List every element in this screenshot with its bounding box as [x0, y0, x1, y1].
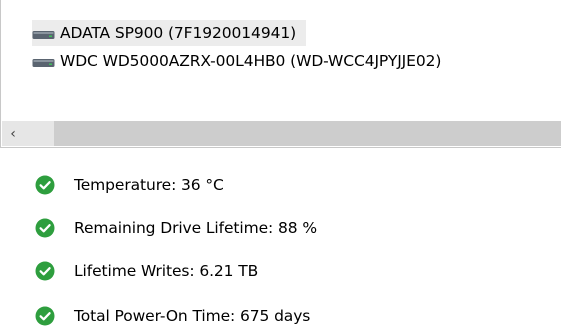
status-remaining-lifetime: Remaining Drive Lifetime: 88 %: [35, 215, 317, 241]
scrollbar-thumb[interactable]: [54, 121, 561, 146]
drive-item-label: ADATA SP900 (7F1920014941): [60, 24, 297, 42]
status-text: Remaining Drive Lifetime: 88 %: [74, 219, 317, 237]
drive-item-adata[interactable]: ADATA SP900 (7F1920014941): [32, 20, 307, 46]
check-circle-icon: [35, 175, 55, 195]
status-text: Lifetime Writes: 6.21 TB: [74, 262, 259, 280]
check-circle-icon: [35, 261, 55, 281]
drive-list-pane: ADATA SP900 (7F1920014941) WDC WD5000AZR…: [0, 0, 561, 148]
drive-item-label: WDC WD5000AZRX-00L4HB0 (WD-WCC4JPYJJE02): [60, 52, 442, 70]
status-power-on-time: Total Power-On Time: 675 days: [35, 303, 310, 329]
status-temperature: Temperature: 36 °C: [35, 172, 224, 198]
drive-icon: [32, 58, 55, 68]
status-text: Temperature: 36 °C: [74, 176, 224, 194]
scroll-left-arrow-icon[interactable]: ‹: [2, 121, 24, 146]
check-circle-icon: [35, 306, 55, 326]
drive-item-wdc[interactable]: WDC WD5000AZRX-00L4HB0 (WD-WCC4JPYJJE02): [32, 48, 441, 74]
drive-health-panel: ADATA SP900 (7F1920014941) WDC WD5000AZR…: [0, 0, 561, 334]
check-circle-icon: [35, 218, 55, 238]
status-lifetime-writes: Lifetime Writes: 6.21 TB: [35, 258, 258, 284]
horizontal-scrollbar[interactable]: ‹: [2, 121, 561, 146]
status-text: Total Power-On Time: 675 days: [74, 307, 311, 325]
drive-icon: [32, 30, 55, 40]
